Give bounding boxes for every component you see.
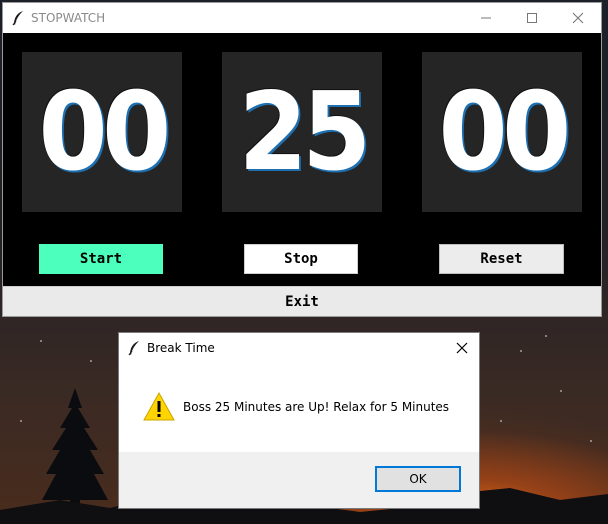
- exit-button[interactable]: Exit: [3, 286, 601, 316]
- close-button[interactable]: [555, 3, 601, 33]
- feather-icon: [12, 11, 23, 26]
- seconds-value: 00: [438, 69, 571, 195]
- start-button[interactable]: Start: [39, 244, 163, 274]
- hours-display: 00: [22, 52, 182, 212]
- dialog-title-bar[interactable]: Break Time: [119, 333, 479, 363]
- ok-button[interactable]: OK: [375, 466, 461, 492]
- window-title: STOPWATCH: [31, 11, 106, 25]
- break-time-dialog: Break Time Boss 25 Minutes are Up! Relax…: [118, 332, 480, 509]
- feather-icon: [128, 341, 139, 356]
- stop-button[interactable]: Stop: [244, 244, 358, 274]
- close-icon: [572, 12, 584, 24]
- seconds-display: 00: [422, 52, 582, 212]
- warning-icon: [143, 391, 175, 421]
- title-bar[interactable]: STOPWATCH: [3, 3, 601, 33]
- minutes-display: 25: [222, 52, 382, 212]
- hours-value: 00: [38, 69, 171, 195]
- minimize-button[interactable]: [463, 3, 509, 33]
- maximize-button[interactable]: [509, 3, 555, 33]
- minimize-icon: [481, 17, 491, 19]
- reset-button[interactable]: Reset: [439, 244, 564, 274]
- minutes-value: 25: [238, 69, 371, 195]
- maximize-icon: [527, 13, 537, 23]
- dialog-close-button[interactable]: [445, 333, 479, 363]
- close-icon: [456, 342, 468, 354]
- dialog-title: Break Time: [147, 341, 215, 355]
- stopwatch-window: STOPWATCH 00 25 00 Start Stop Reset Exit: [2, 2, 602, 317]
- dialog-message: Boss 25 Minutes are Up! Relax for 5 Minu…: [183, 400, 450, 414]
- dialog-footer: OK: [119, 452, 479, 508]
